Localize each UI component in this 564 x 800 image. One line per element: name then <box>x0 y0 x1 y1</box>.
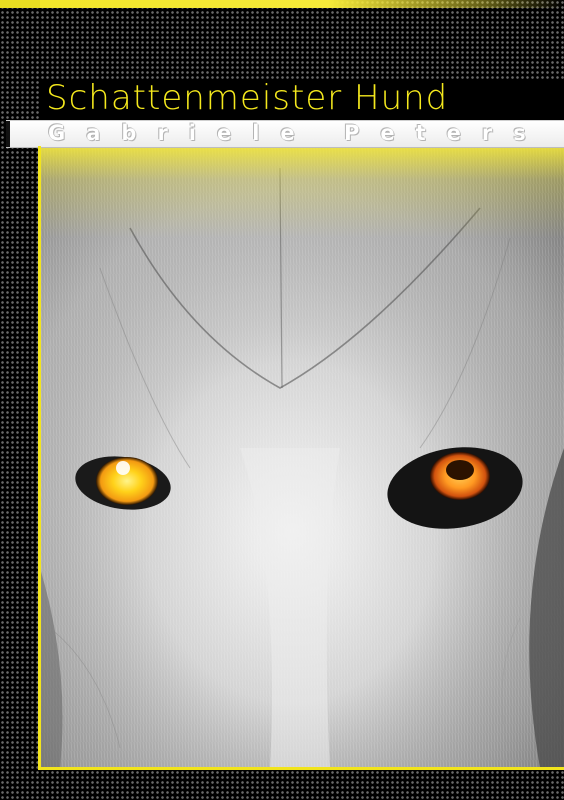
book-author: Gabriele Peters <box>48 122 547 144</box>
book-title: Schattenmeister Hund <box>46 78 449 118</box>
dotted-header-pattern <box>0 0 564 80</box>
dotted-side-pattern <box>0 80 40 770</box>
top-accent-strip <box>40 0 564 8</box>
yellow-frame-vertical <box>38 146 41 770</box>
yellow-frame-horizontal <box>38 767 564 770</box>
dotted-footer-pattern <box>0 770 564 800</box>
wolf-face-illustration <box>40 148 564 768</box>
wolf-photo <box>40 148 564 768</box>
book-cover: Schattenmeister Hund Gabriele Peters <box>0 0 564 800</box>
yellow-glow-overlay <box>40 148 564 238</box>
top-accent-strip-left <box>0 0 40 8</box>
